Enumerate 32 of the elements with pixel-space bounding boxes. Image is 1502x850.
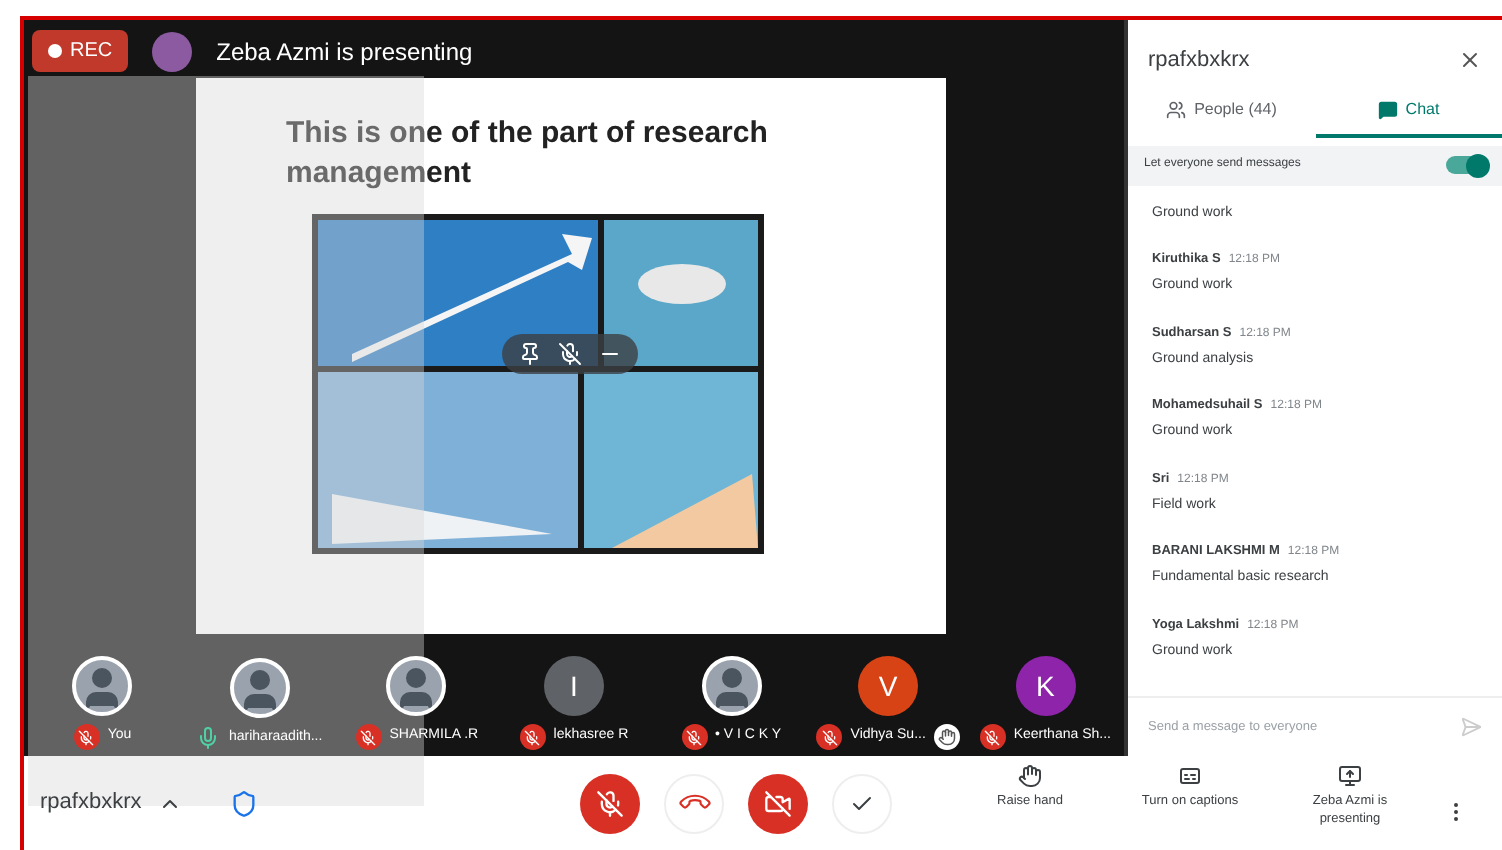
avatar-icon: [701, 656, 762, 716]
toggle-switch[interactable]: [1446, 156, 1486, 174]
avatar-icon: [72, 656, 133, 716]
mic-off-icon[interactable]: [558, 342, 582, 366]
avatar: K: [1015, 656, 1076, 716]
mic-button[interactable]: [580, 773, 640, 834]
panel-title: rpafxbxkrx: [1148, 46, 1250, 76]
avatar-icon: [229, 658, 290, 718]
hand-icon: [1018, 764, 1042, 788]
check-button[interactable]: [832, 773, 892, 834]
check-icon: [850, 791, 874, 816]
camera-button[interactable]: [748, 773, 808, 834]
camera-off-icon: [764, 789, 792, 818]
people-icon: [1166, 99, 1187, 119]
screen-share-icon: [1338, 764, 1362, 788]
avatar: I: [543, 656, 604, 716]
slide-title: This is one of the part of research management: [286, 114, 770, 194]
hang-up-button[interactable]: [664, 773, 724, 834]
avatar-icon: [152, 31, 193, 71]
close-icon[interactable]: [1458, 48, 1482, 73]
panel-tab[interactable]: People (44): [1128, 97, 1315, 137]
mic-off-icon: [596, 789, 624, 818]
panel-tab[interactable]: Chat: [1315, 97, 1502, 137]
presenter-label: Zeba Azmi is presenting: [216, 35, 473, 69]
captions-icon: [1178, 764, 1202, 788]
avatar: V: [858, 656, 919, 716]
pin-icon[interactable]: [518, 342, 542, 366]
avatar-icon: [386, 656, 447, 716]
shield-icon[interactable]: [229, 789, 258, 818]
chat-icon: [1377, 99, 1398, 119]
recording-badge: REC: [32, 30, 129, 72]
meeting-code[interactable]: rpafxbxkrx: [40, 786, 142, 820]
